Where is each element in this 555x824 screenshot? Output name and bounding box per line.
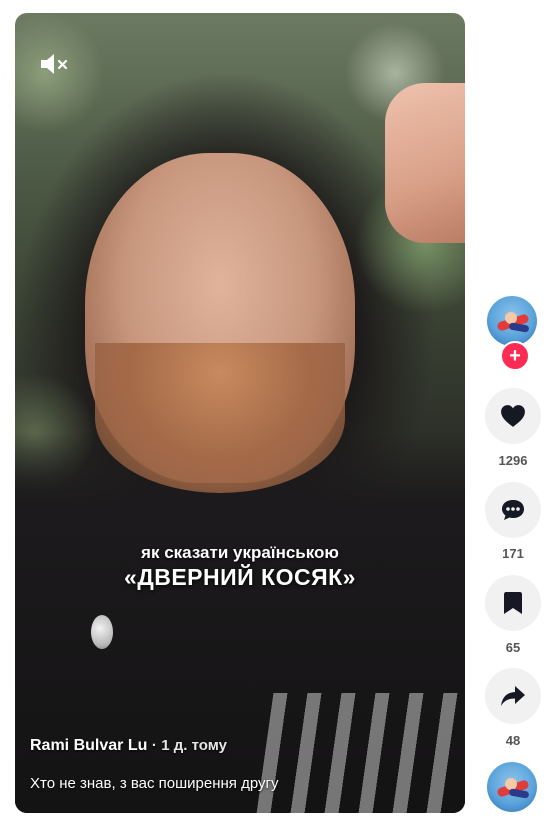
like-button[interactable] xyxy=(485,388,541,444)
heart-icon xyxy=(501,405,525,427)
video-hand xyxy=(385,83,465,243)
follow-button[interactable]: + xyxy=(500,341,530,371)
video-player[interactable]: як сказати українською «ДВЕРНИЙ КОСЯК» R… xyxy=(15,13,465,813)
comment-count: 171 xyxy=(502,546,524,561)
video-meta: Rami Bulvar Lu · 1 д. тому xyxy=(30,737,227,755)
share-count: 48 xyxy=(505,733,521,748)
post-time: 1 д. тому xyxy=(161,737,227,754)
caption-line-2: «ДВЕРНИЙ КОСЯК» xyxy=(124,564,356,590)
share-button[interactable] xyxy=(485,668,541,724)
plus-icon: + xyxy=(509,344,521,367)
like-count: 1296 xyxy=(498,453,528,468)
speaker-muted-icon[interactable] xyxy=(39,51,71,77)
meta-separator: · xyxy=(151,737,157,754)
comment-bubble-icon xyxy=(502,500,524,520)
video-beard xyxy=(95,343,345,493)
share-arrow-icon xyxy=(501,686,525,706)
avatar[interactable] xyxy=(487,296,537,346)
avatar-secondary[interactable] xyxy=(487,762,537,812)
bookmark-icon xyxy=(504,592,522,614)
caption-line-1: як сказати українською xyxy=(141,543,339,562)
video-description: Хто не знав, з вас поширення другу xyxy=(30,775,279,792)
save-count: 65 xyxy=(505,640,521,655)
author-name[interactable]: Rami Bulvar Lu xyxy=(30,737,147,754)
avatar-legs xyxy=(508,322,530,333)
comment-button[interactable] xyxy=(485,482,541,538)
video-shirt-print xyxy=(256,693,464,813)
video-pin xyxy=(91,615,113,649)
save-button[interactable] xyxy=(485,575,541,631)
avatar-legs xyxy=(508,788,530,799)
